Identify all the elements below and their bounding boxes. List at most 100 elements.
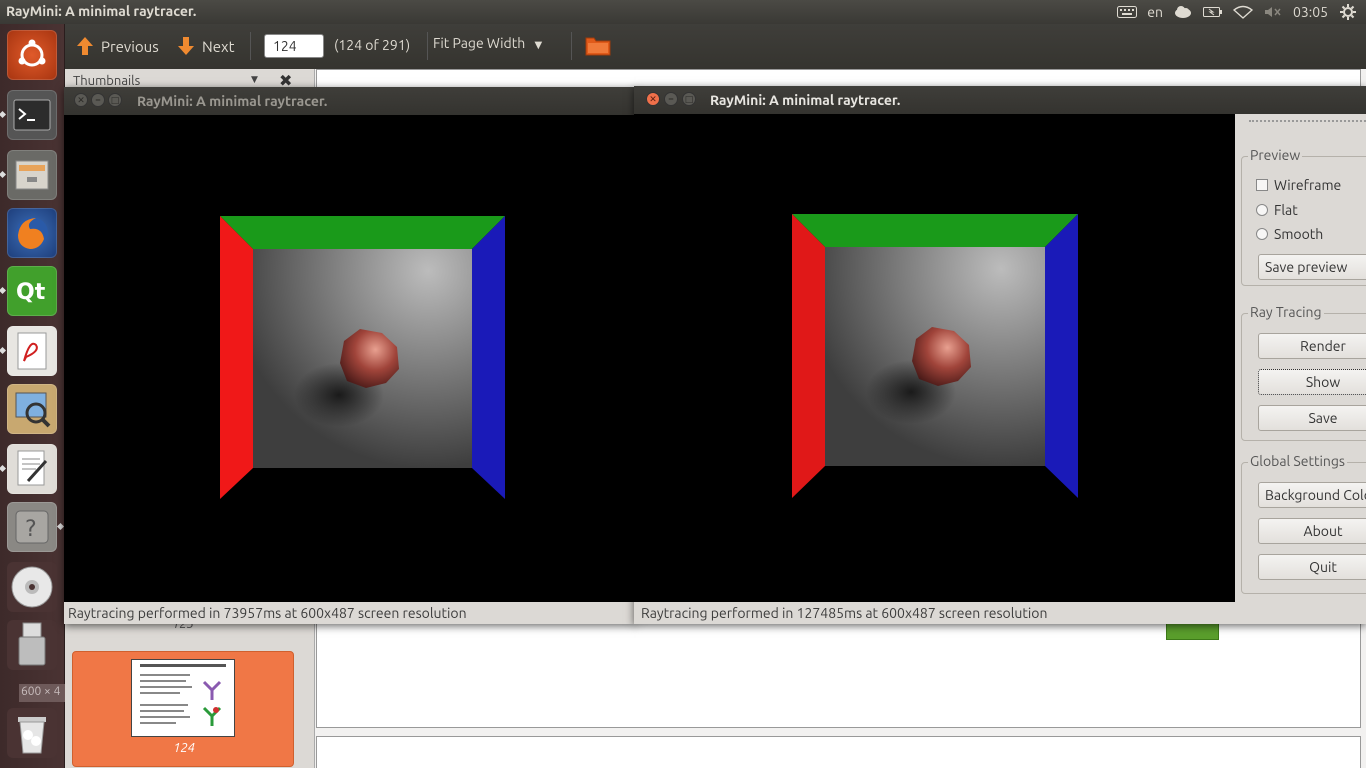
document-toolbar: Previous Next 124 (124 of 291) Fit Page … <box>65 24 1366 69</box>
control-panel: Preview Wireframe Flat Smooth Save previ… <box>1235 114 1366 602</box>
chevron-down-icon[interactable]: ▼ <box>251 74 258 85</box>
status-bar: Raytracing performed in 73957ms at 600x4… <box>64 602 636 624</box>
settings-gear-icon[interactable] <box>1338 4 1358 20</box>
sidebar-title[interactable]: Thumbnails <box>73 74 140 88</box>
raymini-window-left: ✕ – □ RayMini: A minimal raytracer. Rayt… <box>64 87 636 624</box>
wifi-icon[interactable] <box>1232 5 1253 19</box>
background-color-button[interactable]: Background Color <box>1258 482 1366 508</box>
unity-launcher: Qt ? 600 × 4 <box>0 24 65 768</box>
radio-circle[interactable] <box>1256 228 1268 240</box>
save-button[interactable]: Save <box>1258 405 1366 431</box>
launcher-active-arrow <box>56 522 65 531</box>
thumbnail-page-image <box>131 659 235 737</box>
toolbar-separator <box>571 32 572 60</box>
close-icon[interactable]: ✕ <box>646 92 660 106</box>
wireframe-checkbox[interactable]: Wireframe <box>1256 177 1341 193</box>
chevron-down-icon: ▼ <box>534 39 543 50</box>
page-count-label: (124 of 291) <box>334 37 411 53</box>
render-canvas[interactable] <box>634 114 1235 601</box>
usb-drive-icon[interactable] <box>7 620 57 670</box>
image-viewer-icon[interactable] <box>7 384 57 434</box>
save-preview-button[interactable]: Save preview <box>1258 254 1366 280</box>
minimize-icon[interactable]: – <box>91 93 105 107</box>
maximize-icon[interactable]: □ <box>682 92 696 106</box>
next-label: Next <box>202 37 235 55</box>
previous-label: Previous <box>101 37 159 55</box>
zoom-label: Fit Page Width <box>433 35 526 51</box>
open-folder-button[interactable] <box>585 34 611 59</box>
text-editor-icon[interactable] <box>7 444 57 494</box>
clock[interactable]: 03:05 <box>1293 4 1328 20</box>
next-page-button[interactable]: Next <box>176 35 234 57</box>
cloud-icon[interactable] <box>1173 5 1193 19</box>
indicator-area: en 03:05 <box>1117 0 1366 24</box>
global-settings-group: Global Settings Background Color About Q… <box>1241 453 1366 594</box>
page-number-input[interactable]: 124 <box>264 34 324 58</box>
about-button[interactable]: About <box>1258 518 1366 544</box>
keyboard-icon[interactable] <box>1117 5 1138 19</box>
ubuntu-home-icon[interactable] <box>7 30 57 80</box>
group-title: Ray Tracing <box>1248 304 1324 320</box>
qt-creator-icon[interactable]: Qt <box>7 266 57 316</box>
window-title: RayMini: A minimal raytracer. <box>137 93 328 109</box>
close-icon[interactable]: ✕ <box>74 93 88 107</box>
pdf-viewer-icon[interactable] <box>7 326 57 376</box>
flat-radio[interactable]: Flat <box>1256 202 1298 218</box>
window-titlebar[interactable]: ✕ – □ RayMini: A minimal raytracer. <box>64 87 636 115</box>
folder-icon <box>585 37 611 56</box>
zoom-dropdown[interactable]: Fit Page Width ▼ <box>433 35 542 51</box>
running-indicator <box>0 464 7 473</box>
wall-blue <box>472 216 505 499</box>
thumbnail-current[interactable]: 124 <box>72 651 294 767</box>
render-button[interactable]: Render <box>1258 333 1366 359</box>
wall-green <box>220 216 505 249</box>
option-label: Wireframe <box>1274 177 1342 193</box>
svg-text:Qt: Qt <box>16 280 46 305</box>
wall-blue <box>1045 214 1078 498</box>
window-titlebar[interactable]: ✕ – □ RayMini: A minimal raytracer. <box>634 86 1366 114</box>
render-canvas[interactable] <box>64 115 636 602</box>
window-title: RayMini: A minimal raytracer. <box>710 92 901 108</box>
group-title: Preview <box>1248 147 1303 163</box>
show-button[interactable]: Show <box>1258 369 1366 395</box>
preview-group: Preview Wireframe Flat Smooth Save previ… <box>1241 147 1366 286</box>
arrow-up-icon <box>77 37 93 55</box>
firefox-icon[interactable] <box>7 208 57 258</box>
dock-handle[interactable] <box>1249 120 1366 124</box>
trash-icon[interactable] <box>7 708 57 758</box>
active-window-title: RayMini: A minimal raytracer. <box>6 3 197 19</box>
desktop: RayMini: A minimal raytracer. en 03:05 Q… <box>0 0 1366 768</box>
status-bar: Raytracing performed in 127485ms at 600x… <box>634 602 1366 624</box>
keyboard-layout-label[interactable]: en <box>1147 4 1163 20</box>
file-manager-icon[interactable] <box>7 150 57 200</box>
running-indicator <box>0 110 7 119</box>
battery-icon[interactable] <box>1202 5 1223 19</box>
top-panel: RayMini: A minimal raytracer. en 03:05 <box>0 0 1366 24</box>
group-title: Global Settings <box>1248 453 1347 469</box>
help-icon[interactable]: ? <box>7 502 57 552</box>
maximize-icon[interactable]: □ <box>108 93 122 107</box>
toolbar-separator <box>250 32 251 60</box>
option-label: Smooth <box>1274 226 1324 242</box>
raymini-window-right: ✕ – □ RayMini: A minimal raytracer. Prev… <box>634 86 1366 624</box>
ray-tracing-group: Ray Tracing Render Show Save <box>1241 304 1366 441</box>
running-indicator <box>0 346 7 355</box>
checkbox-box[interactable] <box>1256 179 1268 191</box>
previous-page-button[interactable]: Previous <box>75 35 159 57</box>
wall-red <box>220 216 253 499</box>
radio-circle[interactable] <box>1256 204 1268 216</box>
quit-button[interactable]: Quit <box>1258 554 1366 580</box>
running-indicator <box>0 286 7 295</box>
wall-red <box>792 214 825 498</box>
launcher-tooltip: 600 × 4 <box>19 684 65 702</box>
volume-muted-icon[interactable] <box>1263 5 1283 19</box>
page-graphic <box>1166 622 1219 640</box>
minimize-icon[interactable]: – <box>664 92 678 106</box>
wall-green <box>792 214 1078 247</box>
terminal-icon[interactable] <box>7 90 57 140</box>
cd-drive-icon[interactable] <box>7 562 57 612</box>
toolbar-separator <box>427 32 428 60</box>
document-page[interactable] <box>316 736 1361 768</box>
smooth-radio[interactable]: Smooth <box>1256 226 1323 242</box>
option-label: Flat <box>1274 202 1298 218</box>
